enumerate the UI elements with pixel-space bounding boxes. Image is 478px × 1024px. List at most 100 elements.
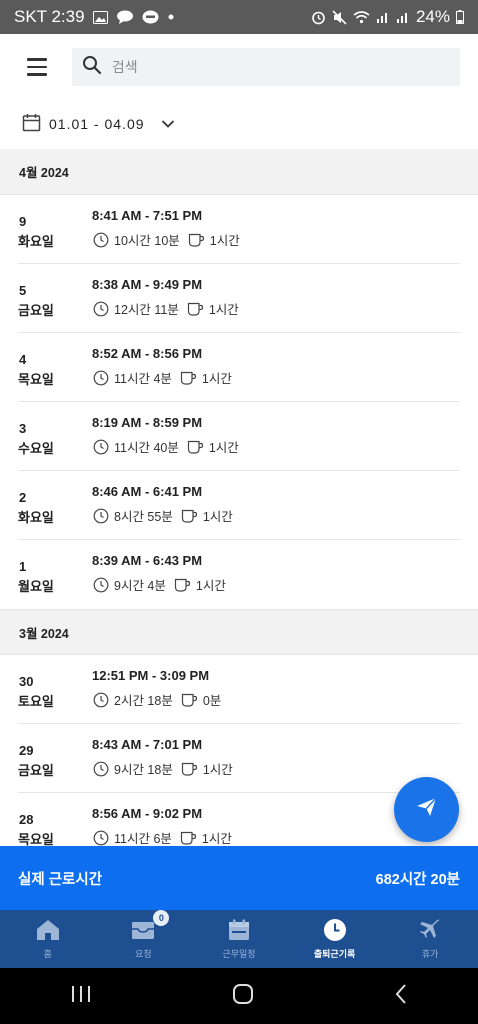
menu-icon-line [27, 65, 47, 69]
time-range: 8:43 AM - 7:01 PM [92, 737, 203, 752]
time-range: 8:46 AM - 6:41 PM [92, 484, 203, 499]
list-item[interactable]: 28 목요일 8:56 AM - 9:02 PM 11시간 6분 1시간 [18, 793, 460, 846]
worked-duration: 2시간 18분 [114, 694, 173, 708]
coffee-cup-icon [188, 232, 205, 248]
clock-icon [323, 918, 347, 942]
worked-duration: 12시간 11분 [114, 303, 179, 317]
nav-item-leave[interactable]: 휴가 [382, 910, 478, 968]
list-item[interactable]: 9 화요일 8:41 AM - 7:51 PM 10시간 10분 1시간 [18, 195, 460, 264]
home-button-icon[interactable] [232, 983, 254, 1010]
weekday: 월요일 [18, 579, 54, 594]
weekday: 금요일 [18, 763, 54, 778]
clock-icon [93, 439, 109, 455]
search-icon [82, 55, 102, 80]
break-duration: 1시간 [195, 579, 226, 593]
nav-item-schedule[interactable]: 근무일정 [191, 910, 287, 968]
break-duration: 1시간 [208, 441, 239, 455]
back-icon[interactable] [394, 983, 408, 1010]
list-item[interactable]: 5 금요일 8:38 AM - 9:49 PM 12시간 11분 1시간 [18, 264, 460, 333]
date-range-selector[interactable]: 01.01 - 04.09 [22, 104, 175, 144]
nav-label: 휴가 [421, 949, 439, 959]
search-placeholder: 검색 [111, 59, 138, 75]
weekday: 화요일 [18, 510, 54, 525]
recent-apps-icon[interactable] [70, 985, 92, 1008]
status-bar: SKT 2:39 24% [0, 0, 478, 34]
search-input[interactable]: 검색 [71, 48, 460, 86]
nav-item-requests[interactable]: 0 요청 [96, 910, 192, 968]
coffee-cup-icon [180, 370, 197, 386]
entry-meta: 12시간 11분 1시간 [93, 299, 239, 318]
worked-duration: 11시간 6분 [114, 832, 172, 846]
time-range: 8:38 AM - 9:49 PM [92, 277, 203, 292]
chevron-down-icon [161, 116, 175, 132]
day-number: 9 [19, 214, 27, 229]
airplane-icon [418, 918, 442, 942]
clock-icon [93, 577, 109, 593]
entry-meta: 8시간 55분 1시간 [93, 506, 233, 525]
calendar-icon [22, 113, 41, 135]
month-header: 3월 2024 [0, 609, 478, 655]
coffee-cup-icon [187, 439, 204, 455]
coffee-cup-icon [180, 830, 197, 846]
attendance-list[interactable]: 4월 2024 9 화요일 8:41 AM - 7:51 PM 10시간 10분… [0, 149, 478, 846]
weekday: 수요일 [18, 441, 54, 456]
mute-icon [332, 9, 347, 25]
battery-level: 24% [415, 7, 450, 26]
inbox-icon: 0 [131, 910, 170, 942]
chat-icon [116, 10, 134, 24]
calendar-icon [228, 918, 250, 942]
list-item[interactable]: 2 화요일 8:46 AM - 6:41 PM 8시간 55분 1시간 [18, 471, 460, 540]
menu-icon-line [27, 58, 47, 61]
list-item[interactable]: 30 토요일 12:51 PM - 3:09 PM 2시간 18분 0분 [18, 655, 460, 724]
day-number: 29 [19, 743, 34, 758]
worked-duration: 11시간 4분 [114, 372, 172, 386]
worked-duration: 10시간 10분 [114, 234, 180, 248]
coffee-cup-icon [181, 761, 198, 777]
entry-meta: 9시간 4분 1시간 [93, 575, 226, 594]
date-range-text: 01.01 - 04.09 [49, 116, 145, 132]
day-number: 2 [19, 490, 27, 505]
entry-meta: 10시간 10분 1시간 [93, 230, 240, 249]
signal-icon [376, 10, 390, 24]
break-duration: 1시간 [202, 510, 233, 524]
system-nav-bar [0, 968, 478, 1024]
break-duration: 1시간 [201, 372, 232, 386]
day-number: 28 [19, 812, 34, 827]
coffee-cup-icon [181, 508, 198, 524]
list-item[interactable]: 29 금요일 8:43 AM - 7:01 PM 9시간 18분 1시간 [18, 724, 460, 793]
entry-meta: 2시간 18분 0분 [93, 690, 221, 709]
list-item[interactable]: 3 수요일 8:19 AM - 8:59 PM 11시간 40분 1시간 [18, 402, 460, 471]
menu-icon-line [27, 73, 47, 76]
coffee-cup-icon [174, 577, 191, 593]
clock-icon [93, 761, 109, 777]
battery-icon [456, 10, 464, 24]
nav-item-attendance[interactable]: 출퇴근기록 [287, 910, 383, 968]
time-range: 8:52 AM - 8:56 PM [92, 346, 203, 361]
time-range: 8:39 AM - 6:43 PM [92, 553, 203, 568]
total-value: 682시간 20분 [375, 871, 460, 888]
day-number: 1 [19, 559, 27, 574]
list-item[interactable]: 4 목요일 8:52 AM - 8:56 PM 11시간 4분 1시간 [18, 333, 460, 402]
wifi-icon [353, 10, 370, 24]
requests-badge: 0 [153, 910, 170, 926]
month-header: 4월 2024 [0, 149, 478, 195]
time-range: 12:51 PM - 3:09 PM [92, 668, 210, 683]
entry-meta: 11시간 40분 1시간 [93, 437, 239, 456]
break-duration: 1시간 [209, 234, 240, 248]
coffee-cup-icon [181, 692, 198, 708]
weekday: 토요일 [18, 694, 54, 709]
weekday: 금요일 [18, 303, 54, 318]
nav-label: 요청 [135, 949, 152, 959]
send-fab-button[interactable] [394, 777, 459, 842]
total-work-time-bar: 실제 근로시간 682시간 20분 [0, 846, 478, 910]
carrier-time: SKT 2:39 [14, 7, 85, 26]
list-item[interactable]: 1 월요일 8:39 AM - 6:43 PM 9시간 4분 1시간 [18, 540, 460, 609]
break-duration: 1시간 [202, 763, 233, 777]
gallery-icon [92, 10, 108, 24]
nav-item-home[interactable]: 홈 [0, 910, 96, 968]
menu-button[interactable] [18, 47, 58, 87]
day-number: 5 [19, 283, 27, 298]
bottom-nav: 홈 0 요청 근무일정 출퇴근기록 휴가 [0, 910, 478, 968]
worked-duration: 11시간 40분 [114, 441, 179, 455]
worked-duration: 9시간 18분 [114, 763, 173, 777]
